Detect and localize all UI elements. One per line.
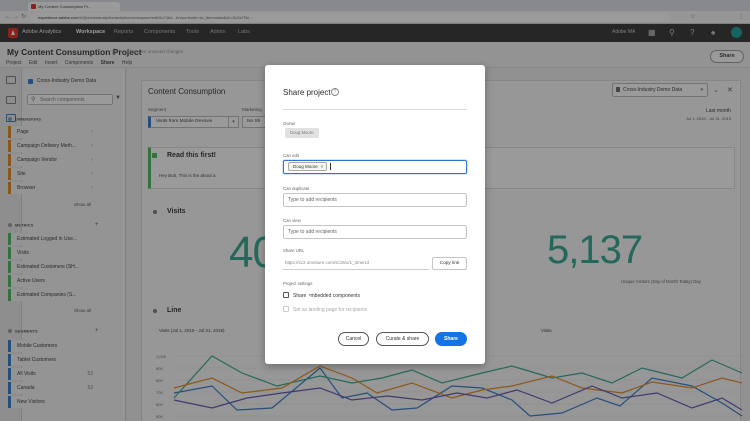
can-duplicate-field[interactable]: Type to add recipients [283, 193, 467, 207]
remove-tag-icon[interactable]: × [321, 164, 324, 169]
copy-link-button[interactable]: Copy link [432, 257, 467, 270]
owner-tag: Doug Moore [285, 128, 319, 138]
can-duplicate-label: Can duplicate [283, 186, 310, 191]
share-project-dialog: Share project ? Owner Doug Moore Can edi… [265, 65, 485, 364]
landing-page-checkbox: Set as landing page for recipients [283, 306, 367, 314]
text-caret [330, 163, 332, 170]
project-settings-label: Project settings [283, 281, 313, 286]
recipient-tag: Doug Moore × [288, 162, 328, 171]
cancel-button[interactable]: Cancel [338, 332, 369, 346]
share-url-label: Share URL [283, 248, 305, 253]
curate-share-button[interactable]: Curate & share [376, 332, 429, 346]
owner-label: Owner [283, 121, 296, 126]
can-view-field[interactable]: Type to add recipients [283, 225, 467, 239]
checkbox-icon [283, 292, 289, 298]
share-url-field[interactable]: https://sc2.omniture.com/sc15/x/1_3mw1d [283, 256, 429, 270]
help-circle-icon[interactable]: ? [331, 88, 339, 96]
dialog-divider [283, 109, 467, 110]
can-view-label: Can view [283, 218, 301, 223]
checkbox-icon [283, 306, 289, 312]
can-edit-field[interactable]: Doug Moore × [283, 160, 467, 174]
share-embedded-checkbox[interactable]: Share embedded components [283, 292, 360, 300]
dialog-title: Share project [283, 88, 331, 97]
share-button[interactable]: Share [435, 332, 467, 346]
can-edit-label: Can edit [283, 153, 300, 158]
